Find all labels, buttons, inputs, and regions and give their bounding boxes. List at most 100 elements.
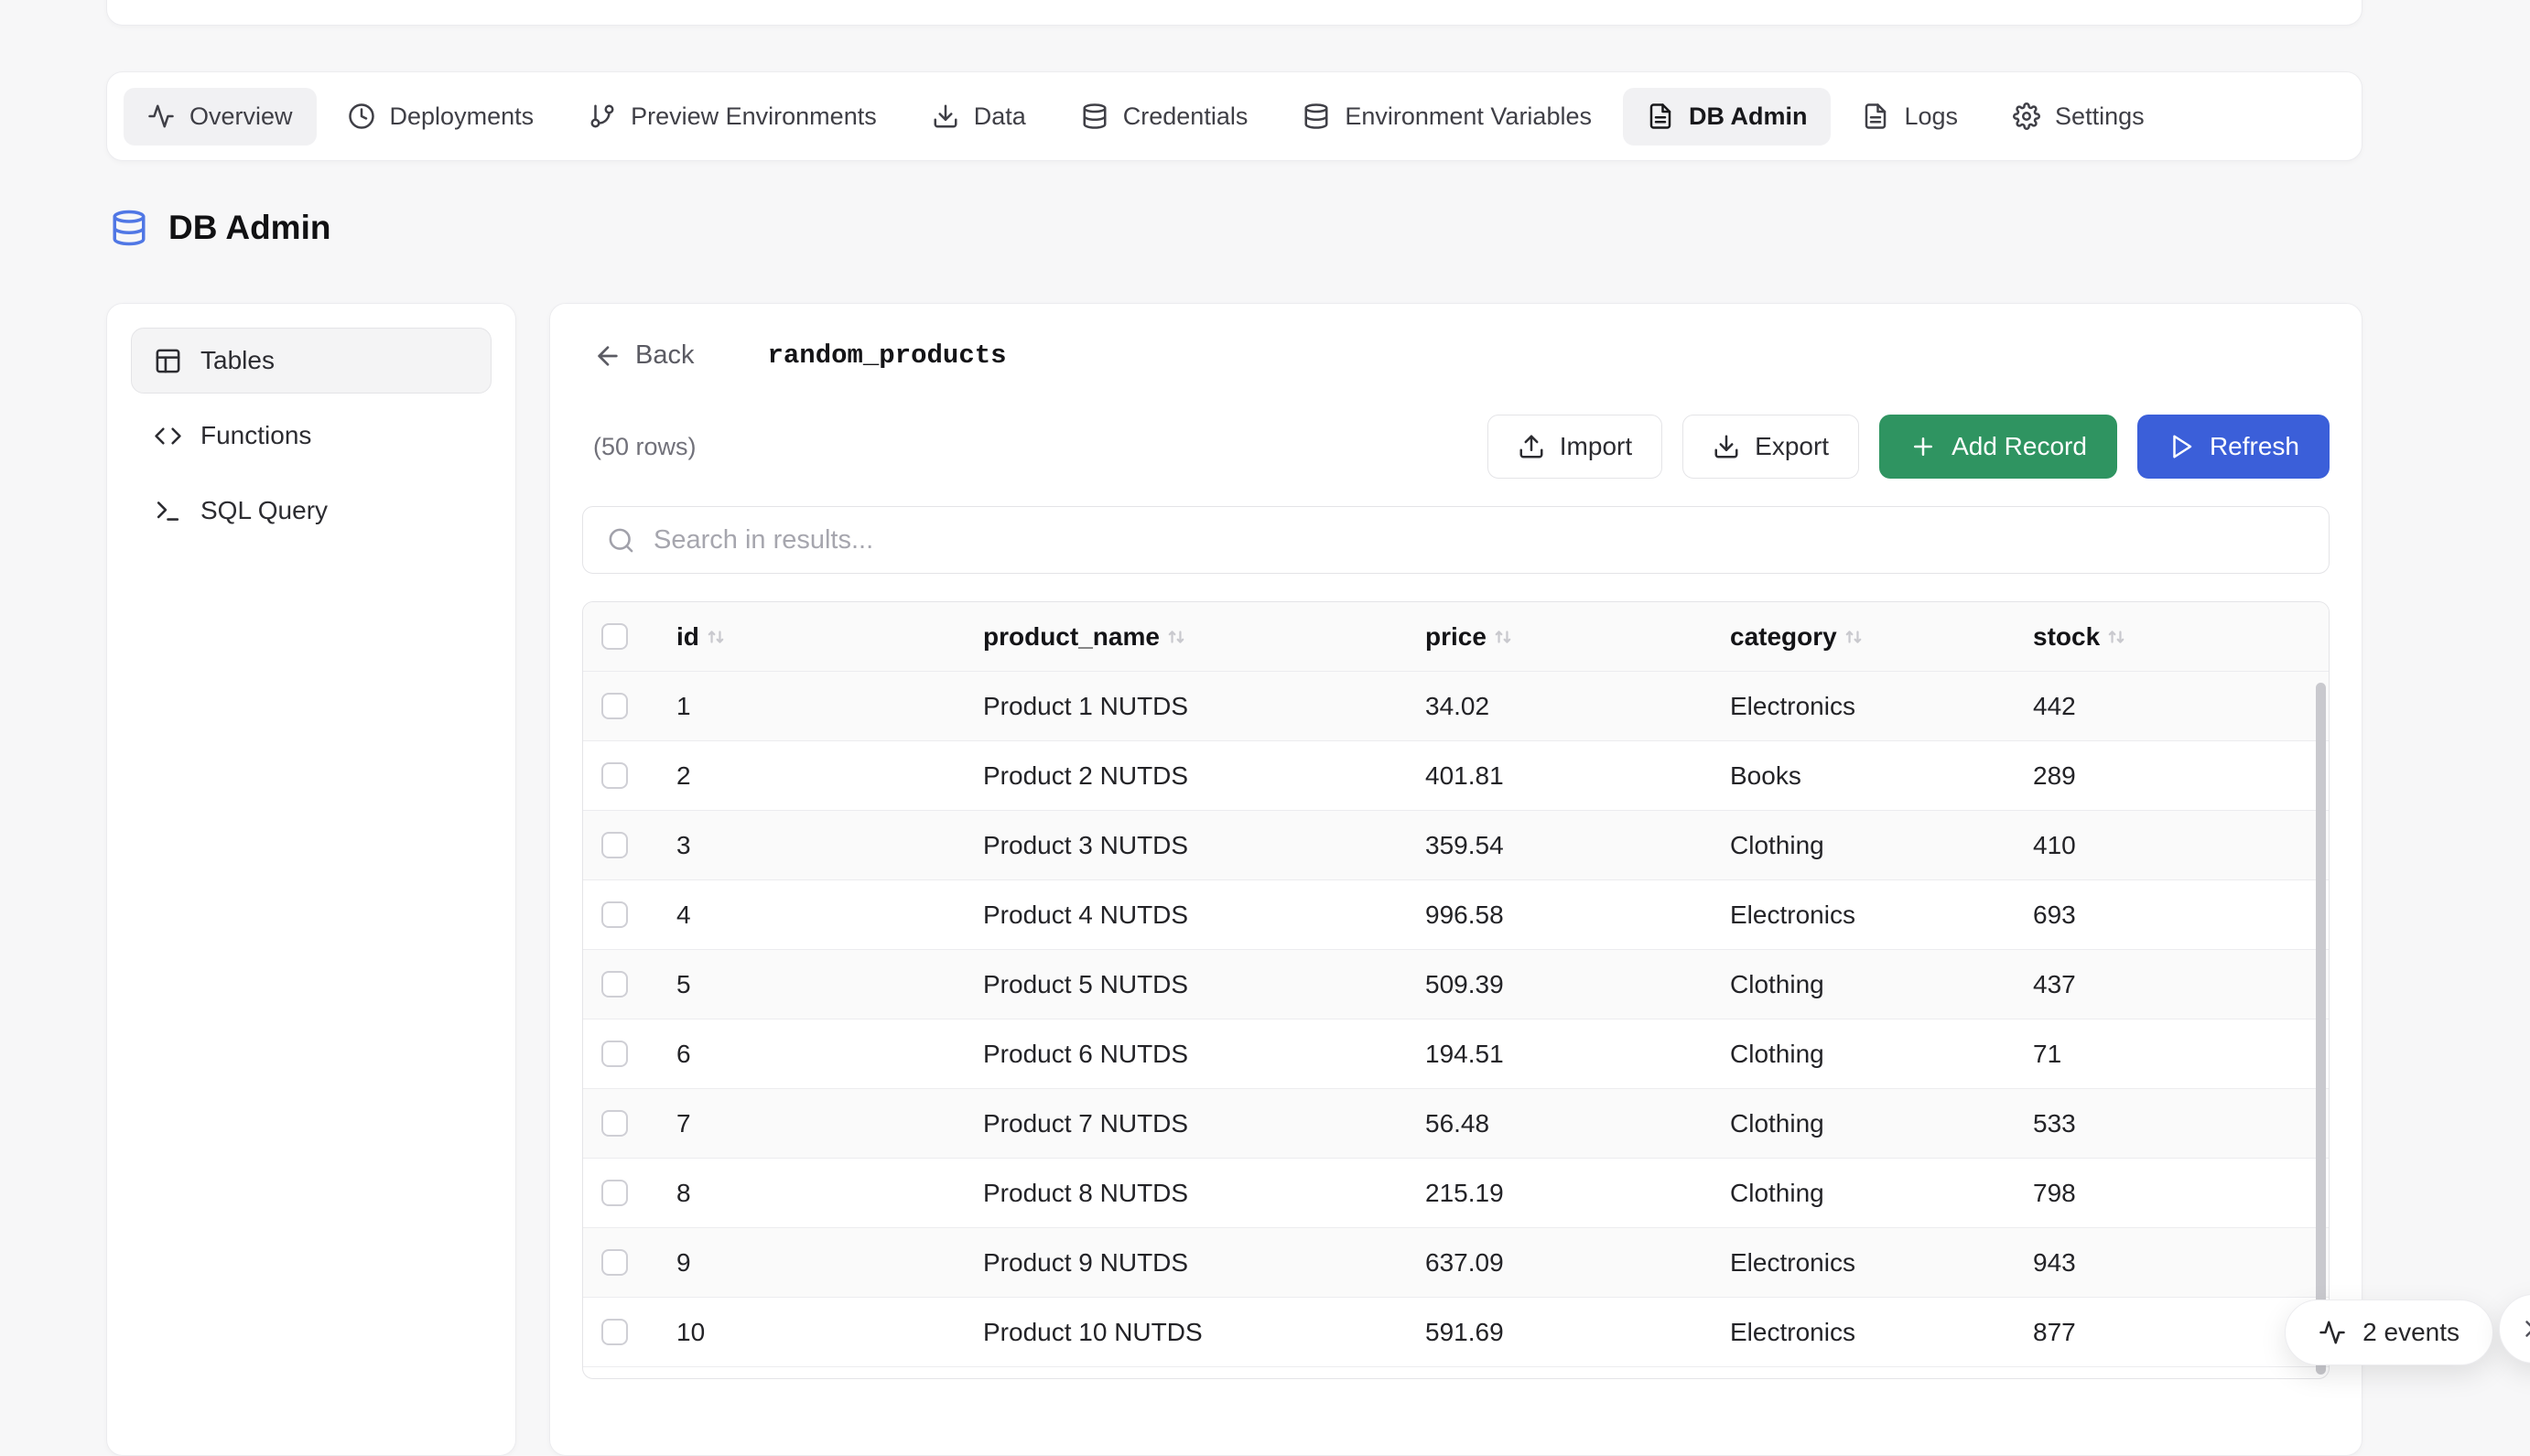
cell-price: 34.02 <box>1425 692 1730 721</box>
sidebar-item-label: Tables <box>200 346 275 375</box>
cell-category: Electronics <box>1730 1318 2033 1347</box>
sidebar-item-functions[interactable]: Functions <box>131 403 492 469</box>
sort-icon <box>2107 628 2125 646</box>
table-row[interactable]: 9 Product 9 NUTDS 637.09 Electronics 943 <box>583 1228 2329 1298</box>
row-checkbox[interactable] <box>601 901 628 928</box>
row-checkbox[interactable] <box>601 693 628 719</box>
tab-data[interactable]: Data <box>908 88 1050 146</box>
sidebar-item-label: SQL Query <box>200 496 328 525</box>
rows-count: (50 rows) <box>593 433 697 461</box>
table-row[interactable]: 10 Product 10 NUTDS 591.69 Electronics 8… <box>583 1298 2329 1367</box>
cell-stock: 943 <box>2033 1248 2329 1278</box>
select-all-checkbox[interactable] <box>601 623 628 650</box>
cell-price: 359.54 <box>1425 831 1730 860</box>
tab-logs[interactable]: Logs <box>1838 88 1982 146</box>
events-toast[interactable]: 2 events <box>2285 1300 2493 1365</box>
search-icon <box>607 526 635 555</box>
column-header-category[interactable]: category <box>1730 622 2033 652</box>
plus-icon <box>1909 433 1937 460</box>
cell-stock: 437 <box>2033 970 2329 999</box>
table-row[interactable]: 5 Product 5 NUTDS 509.39 Clothing 437 <box>583 950 2329 1019</box>
table-body: 1 Product 1 NUTDS 34.02 Electronics 442 … <box>583 672 2329 1367</box>
cell-product-name: Product 5 NUTDS <box>983 970 1425 999</box>
table-icon <box>154 347 182 375</box>
cell-id: 3 <box>676 831 983 860</box>
table-name: random_products <box>767 340 1006 371</box>
import-label: Import <box>1560 432 1632 461</box>
cell-stock: 71 <box>2033 1040 2329 1069</box>
table-row[interactable]: 3 Product 3 NUTDS 359.54 Clothing 410 <box>583 811 2329 880</box>
table-row[interactable]: 2 Product 2 NUTDS 401.81 Books 289 <box>583 741 2329 811</box>
sidebar-item-label: Functions <box>200 421 311 450</box>
tab-label: Overview <box>189 102 293 131</box>
git-branch-icon <box>589 102 616 130</box>
page-header: DB Admin <box>110 209 330 247</box>
toast-close-button[interactable] <box>2499 1294 2530 1364</box>
sidebar: Tables Functions SQL Query <box>106 303 516 1456</box>
import-button[interactable]: Import <box>1487 415 1662 479</box>
terminal-icon <box>154 497 182 525</box>
cell-price: 194.51 <box>1425 1040 1730 1069</box>
tab-label: Deployments <box>390 102 535 131</box>
cell-stock: 693 <box>2033 901 2329 930</box>
cell-product-name: Product 4 NUTDS <box>983 901 1425 930</box>
cell-category: Electronics <box>1730 901 2033 930</box>
table-header-row: id product_name price category s <box>583 602 2329 672</box>
data-table: id product_name price category s <box>582 601 2330 1379</box>
table-row[interactable]: 8 Product 8 NUTDS 215.19 Clothing 798 <box>583 1159 2329 1228</box>
sidebar-item-sql-query[interactable]: SQL Query <box>131 478 492 544</box>
tab-deployments[interactable]: Deployments <box>324 88 558 146</box>
add-record-button[interactable]: Add Record <box>1879 415 2117 479</box>
tab-environment-variables[interactable]: Environment Variables <box>1279 88 1616 146</box>
cell-category: Electronics <box>1730 692 2033 721</box>
sidebar-item-tables[interactable]: Tables <box>131 328 492 394</box>
row-checkbox[interactable] <box>601 832 628 858</box>
row-checkbox[interactable] <box>601 1319 628 1345</box>
cell-price: 996.58 <box>1425 901 1730 930</box>
row-checkbox[interactable] <box>601 1041 628 1067</box>
cell-product-name: Product 9 NUTDS <box>983 1248 1425 1278</box>
cell-product-name: Product 2 NUTDS <box>983 761 1425 791</box>
table-controls: (50 rows) Import Export Add Record Refre… <box>582 415 2330 479</box>
tab-credentials[interactable]: Credentials <box>1057 88 1272 146</box>
tab-db-admin[interactable]: DB Admin <box>1623 88 1832 146</box>
refresh-button[interactable]: Refresh <box>2137 415 2330 479</box>
row-checkbox[interactable] <box>601 1180 628 1206</box>
back-button[interactable]: Back <box>593 340 694 371</box>
table-row[interactable]: 1 Product 1 NUTDS 34.02 Electronics 442 <box>583 672 2329 741</box>
cell-id: 2 <box>676 761 983 791</box>
export-button[interactable]: Export <box>1682 415 1859 479</box>
table-vertical-scrollbar[interactable] <box>2316 683 2326 1375</box>
row-checkbox[interactable] <box>601 1110 628 1137</box>
events-toast-label: 2 events <box>2362 1318 2460 1347</box>
column-header-product-name[interactable]: product_name <box>983 622 1425 652</box>
table-row[interactable]: 6 Product 6 NUTDS 194.51 Clothing 71 <box>583 1019 2329 1089</box>
action-buttons: Import Export Add Record Refresh <box>1487 415 2330 479</box>
row-checkbox[interactable] <box>601 762 628 789</box>
column-header-id[interactable]: id <box>676 622 983 652</box>
cell-category: Clothing <box>1730 1179 2033 1208</box>
tab-preview-environments[interactable]: Preview Environments <box>565 88 901 146</box>
cell-product-name: Product 8 NUTDS <box>983 1179 1425 1208</box>
table-row[interactable]: 4 Product 4 NUTDS 996.58 Electronics 693 <box>583 880 2329 950</box>
column-header-stock[interactable]: stock <box>2033 622 2329 652</box>
search-input[interactable] <box>654 525 2305 555</box>
cell-product-name: Product 10 NUTDS <box>983 1318 1425 1347</box>
refresh-label: Refresh <box>2210 432 2299 461</box>
column-header-price[interactable]: price <box>1425 622 1730 652</box>
cell-id: 10 <box>676 1318 983 1347</box>
table-row[interactable]: 7 Product 7 NUTDS 56.48 Clothing 533 <box>583 1089 2329 1159</box>
code-icon <box>154 422 182 450</box>
tab-overview[interactable]: Overview <box>124 88 317 146</box>
tab-settings[interactable]: Settings <box>1989 88 2168 146</box>
row-checkbox[interactable] <box>601 1249 628 1276</box>
database-icon <box>110 209 148 247</box>
row-checkbox[interactable] <box>601 971 628 998</box>
cell-category: Electronics <box>1730 1248 2033 1278</box>
cell-product-name: Product 7 NUTDS <box>983 1109 1425 1138</box>
cell-price: 509.39 <box>1425 970 1730 999</box>
cell-id: 7 <box>676 1109 983 1138</box>
cell-price: 637.09 <box>1425 1248 1730 1278</box>
database-icon <box>1303 102 1330 130</box>
gear-icon <box>2013 102 2040 130</box>
